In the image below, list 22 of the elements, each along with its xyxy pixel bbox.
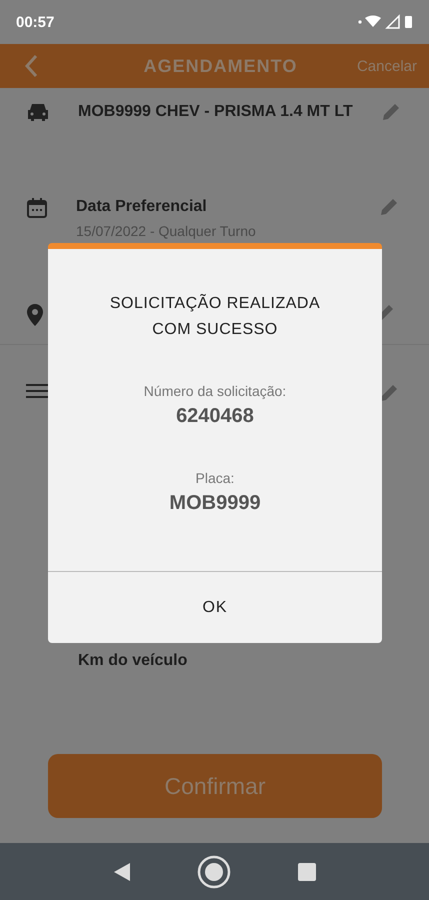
km-label: Km do veículo	[77, 652, 188, 670]
pencil-icon[interactable]	[379, 383, 399, 403]
field-value: MOB9999	[169, 492, 261, 515]
car-icon	[26, 102, 50, 122]
dialog-title: SOLICITAÇÃO REALIZADA COM SUCESSO	[108, 293, 322, 340]
back-nav-icon[interactable]	[113, 862, 132, 882]
item-title: MOB9999 CHEV - PRISMA 1.4 MT LT	[78, 102, 353, 122]
recents-nav-icon[interactable]	[298, 862, 316, 880]
status-time: 00:57	[16, 14, 54, 30]
home-nav-icon[interactable]	[197, 854, 232, 888]
lines-icon	[26, 383, 48, 399]
cancel-link[interactable]: Cancelar	[356, 58, 417, 74]
status-icons	[357, 14, 413, 30]
screen-title: AGENDAMENTO	[144, 56, 298, 76]
confirm-button[interactable]: Confirmar	[48, 754, 382, 818]
location-pin-icon	[26, 303, 44, 327]
ok-button[interactable]: OK	[48, 571, 382, 643]
field-label: Número da solicitação:	[144, 383, 286, 399]
item-title: Data Preferencial	[76, 197, 208, 217]
field-value: 6240468	[176, 405, 254, 428]
field-label: Placa:	[196, 470, 234, 486]
calendar-icon	[26, 197, 48, 219]
